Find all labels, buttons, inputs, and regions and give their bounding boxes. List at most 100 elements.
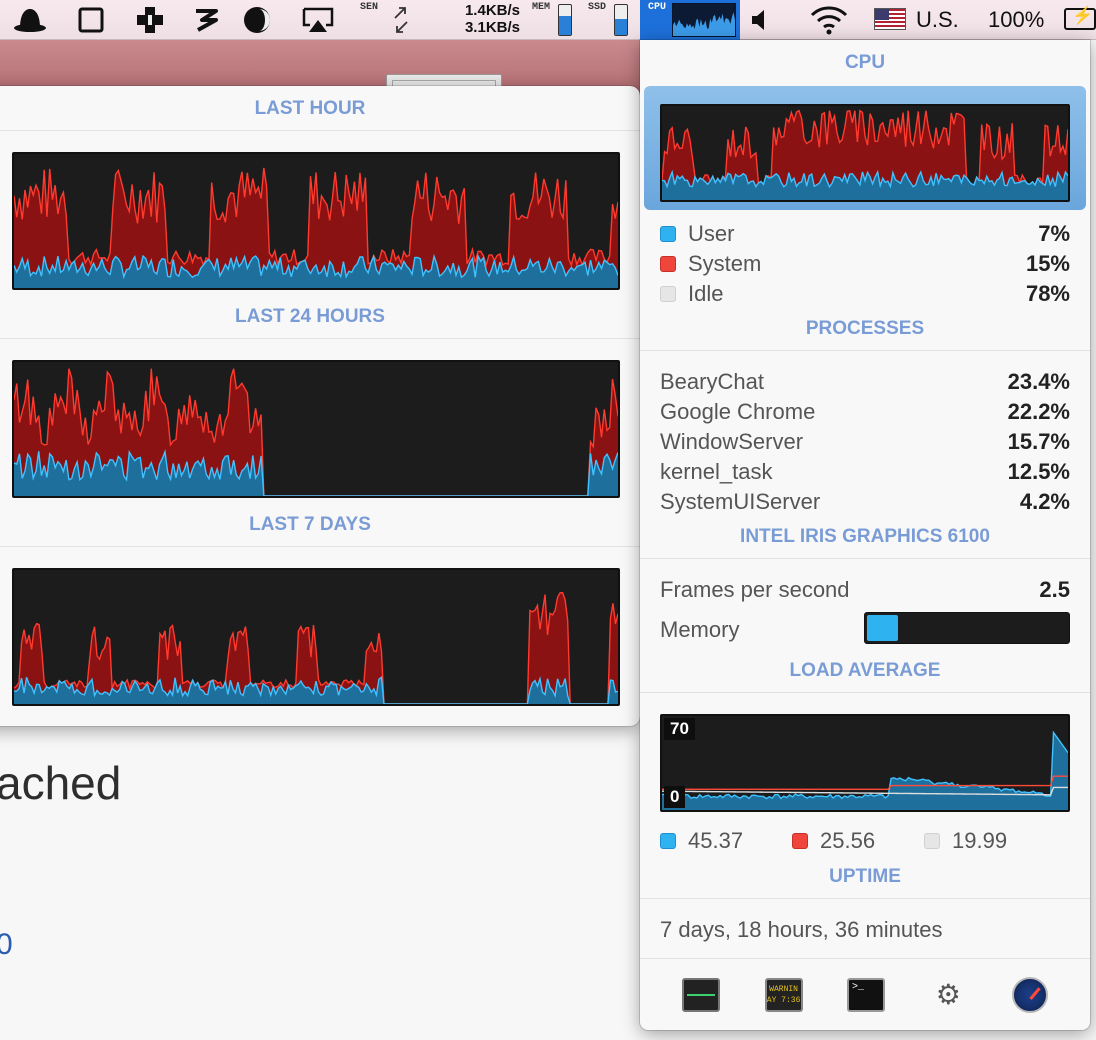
divider <box>640 558 1090 559</box>
load-area <box>662 732 1068 810</box>
system-swatch <box>660 256 676 272</box>
stat-value: 78% <box>1025 281 1070 306</box>
process-row[interactable]: SystemUIServer 4.2% <box>660 487 1070 517</box>
menu-bar: SEN 1.4KB/s 3.1KB/s MEM SSD CPU U.S. 100… <box>0 0 1096 40</box>
cpu-stat-user: User 7% <box>660 219 1070 249</box>
process-row[interactable]: BearyChat 23.4% <box>660 367 1070 397</box>
stat-value: 15% <box>1025 251 1070 276</box>
process-row[interactable]: kernel_task 12.5% <box>660 457 1070 487</box>
stat-label: System <box>688 251 762 276</box>
load-average-graph: 70 0 <box>660 714 1070 812</box>
process-name: SystemUIServer <box>660 489 821 514</box>
battery-percent[interactable]: 100% <box>988 0 1044 40</box>
process-name: BearyChat <box>660 369 764 394</box>
cpu-stat-idle: Idle 78% <box>660 279 1070 309</box>
activity-monitor-icon[interactable] <box>682 978 721 1012</box>
divider <box>0 546 640 547</box>
idle-swatch <box>660 286 676 302</box>
load-15min: 19.99 <box>924 828 1056 854</box>
fps-value: 2.5 <box>1039 577 1070 602</box>
moon-icon[interactable] <box>240 0 274 40</box>
square-icon[interactable] <box>74 0 108 40</box>
cpu-title: CPU <box>844 52 886 73</box>
process-value: 22.2% <box>1007 399 1070 424</box>
battery-icon[interactable] <box>1064 6 1096 30</box>
sensors-label[interactable]: SEN <box>360 2 378 13</box>
gpu-memory-row: Memory <box>660 615 850 645</box>
graph-last-hour <box>12 152 620 290</box>
background-heading: ached <box>0 757 122 809</box>
stat-label: Idle <box>688 281 724 306</box>
wifi-icon[interactable] <box>806 0 852 40</box>
cpu-popover: CPU User 7% System 15% Idle 78% PROCESSE… <box>640 40 1090 1030</box>
stat-value: 7% <box>1038 221 1070 246</box>
system-information-icon[interactable]: ⚙ <box>929 978 967 1012</box>
terminal-icon[interactable]: >_ <box>846 978 885 1012</box>
divider <box>0 130 640 131</box>
process-value: 12.5% <box>1007 459 1070 484</box>
network-download: 3.1KB/s <box>464 19 520 36</box>
load-min-label: 0 <box>664 786 686 808</box>
cpu-stat-system: System 15% <box>660 249 1070 279</box>
z-icon[interactable] <box>190 0 222 40</box>
console-icon[interactable]: WARNIN AY 7:36 <box>764 978 803 1012</box>
load-value: 25.56 <box>820 828 876 853</box>
load-5min-line <box>662 775 1068 791</box>
load-value: 19.99 <box>952 828 1008 853</box>
network-speed[interactable]: 1.4KB/s 3.1KB/s <box>438 2 520 36</box>
uptime-value: 7 days, 18 hours, 36 minutes <box>660 917 943 942</box>
history-title-hour: LAST HOUR <box>254 98 366 119</box>
process-name: Google Chrome <box>660 399 816 424</box>
load-1min: 45.37 <box>660 828 792 854</box>
gpu-fps-row: Frames per second 2.5 <box>660 575 1070 605</box>
divider <box>0 338 640 339</box>
cpu-label: CPU <box>648 2 667 13</box>
process-row[interactable]: Google Chrome 22.2% <box>660 397 1070 427</box>
process-value: 23.4% <box>1007 369 1070 394</box>
process-value: 4.2% <box>1019 489 1070 514</box>
memory-label[interactable]: MEM <box>532 2 550 13</box>
gpu-memory-fill <box>867 615 898 641</box>
volume-icon[interactable] <box>748 0 774 40</box>
divider <box>640 692 1090 693</box>
load-15-swatch <box>924 833 940 849</box>
processes-title: PROCESSES <box>805 318 925 339</box>
hat-icon[interactable] <box>10 0 50 40</box>
process-name: WindowServer <box>660 429 804 454</box>
load-max-label: 70 <box>664 718 695 740</box>
history-title-7d: LAST 7 DAYS <box>249 514 371 535</box>
uptime-row: 7 days, 18 hours, 36 minutes <box>660 915 1070 945</box>
cpu-history-popover: LAST HOUR LAST 24 HOURS LAST 7 DAYS <box>0 86 640 726</box>
user-swatch <box>660 226 676 242</box>
airplay-icon[interactable] <box>300 0 336 40</box>
stat-label: User <box>688 221 735 246</box>
uptime-title: UPTIME <box>829 866 901 887</box>
ssd-label[interactable]: SSD <box>588 2 606 13</box>
istat-menus-icon[interactable] <box>1011 977 1048 1013</box>
network-upload: 1.4KB/s <box>464 2 520 19</box>
background-link[interactable]: 0 <box>0 928 13 962</box>
us-flag-icon[interactable] <box>874 8 906 30</box>
load-1-swatch <box>660 833 676 849</box>
process-name: kernel_task <box>660 459 773 484</box>
load-5-swatch <box>792 833 808 849</box>
app-shortcuts: WARNIN AY 7:36 >_ ⚙ <box>640 960 1090 1030</box>
input-source[interactable]: U.S. <box>916 0 959 40</box>
arrows-icon[interactable] <box>388 0 414 40</box>
load-average-title: LOAD AVERAGE <box>789 660 941 681</box>
load-5min: 25.56 <box>792 828 924 854</box>
puzzle-icon[interactable] <box>132 0 168 40</box>
divider <box>640 898 1090 899</box>
cpu-graph-selected[interactable] <box>644 86 1086 210</box>
process-row[interactable]: WindowServer 15.7% <box>660 427 1070 457</box>
graph-last-24-hours <box>12 360 620 498</box>
fps-label: Frames per second <box>660 577 850 602</box>
process-value: 15.7% <box>1007 429 1070 454</box>
cpu-sparkline[interactable] <box>672 3 736 37</box>
ssd-bar[interactable] <box>614 4 628 36</box>
cpu-live-graph <box>660 104 1070 202</box>
load-values: 45.37 25.56 19.99 <box>660 826 1070 856</box>
memory-bar[interactable] <box>558 4 572 36</box>
divider <box>640 350 1090 351</box>
history-title-24h: LAST 24 HOURS <box>235 306 385 327</box>
